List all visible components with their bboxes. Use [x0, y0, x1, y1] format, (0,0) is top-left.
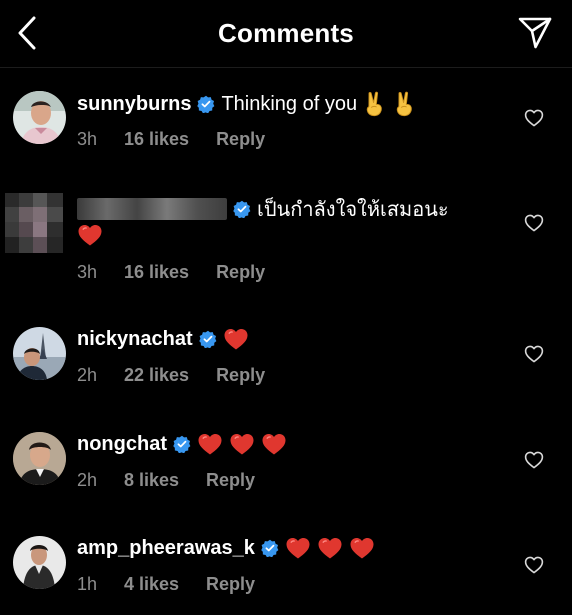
heart-outline-icon	[524, 344, 544, 364]
red-heart-icon	[285, 536, 311, 560]
avatar[interactable]	[5, 193, 63, 253]
avatar[interactable]	[13, 536, 66, 589]
like-button[interactable]	[524, 450, 544, 470]
like-button[interactable]	[524, 344, 544, 364]
verified-badge-icon	[233, 200, 251, 218]
likes-count[interactable]: 8 likes	[124, 470, 179, 491]
likes-count[interactable]: 16 likes	[124, 262, 189, 283]
username[interactable]: nongchat	[77, 431, 167, 457]
comment-item: เป็นกำลังใจให้เสมอนะ 3h 16 likes Reply	[0, 180, 572, 300]
comment-time: 2h	[77, 365, 98, 385]
red-heart-icon	[349, 536, 375, 560]
comment-line: nongchat	[77, 431, 293, 457]
reply-button[interactable]: Reply	[216, 262, 265, 283]
comment-text: เป็นกำลังใจให้เสมอนะ	[257, 197, 449, 221]
victory-hand-icon	[363, 90, 387, 118]
red-heart-icon	[317, 536, 343, 560]
like-button[interactable]	[524, 555, 544, 575]
reply-button[interactable]: Reply	[216, 365, 265, 386]
reply-button[interactable]: Reply	[206, 574, 255, 595]
avatar[interactable]	[13, 432, 66, 485]
victory-hand-icon	[393, 90, 417, 118]
red-heart-icon	[77, 223, 103, 247]
username[interactable]: amp_pheerawas_k	[77, 535, 255, 561]
username[interactable]: sunnyburns	[77, 91, 191, 117]
comment-text: Thinking of you	[221, 93, 358, 115]
red-heart-icon	[229, 432, 255, 456]
verified-badge-icon	[199, 330, 217, 348]
comment-line: amp_pheerawas_k	[77, 535, 381, 561]
comment-item: nongchat 2h 8 likes Reply	[0, 420, 572, 520]
comment-meta: 2h 8 likes Reply	[77, 470, 255, 491]
comment-meta: 3h 16 likes Reply	[77, 129, 265, 150]
comment-meta: 3h 16 likes Reply	[77, 262, 265, 283]
verified-badge-icon	[261, 539, 279, 557]
likes-count[interactable]: 16 likes	[124, 129, 189, 150]
red-heart-icon	[261, 432, 287, 456]
heart-outline-icon	[524, 555, 544, 575]
reply-button[interactable]: Reply	[206, 470, 255, 491]
obscured-username	[77, 198, 227, 220]
heart-outline-icon	[524, 108, 544, 128]
red-heart-icon	[197, 432, 223, 456]
avatar[interactable]	[13, 91, 66, 144]
comment-line: sunnyburns Thinking of you	[77, 90, 417, 118]
comment-item: nickynachat 2h 22 likes Reply	[0, 315, 572, 415]
red-heart-icon	[223, 327, 249, 351]
comment-line: nickynachat	[77, 326, 255, 352]
header: Comments	[0, 0, 572, 68]
page-title: Comments	[218, 18, 354, 48]
likes-count[interactable]: 22 likes	[124, 365, 189, 386]
reply-button[interactable]: Reply	[216, 129, 265, 150]
comment-line-2	[77, 223, 109, 247]
like-button[interactable]	[524, 213, 544, 233]
verified-badge-icon	[197, 95, 215, 113]
comment-meta: 2h 22 likes Reply	[77, 365, 265, 386]
comment-time: 2h	[77, 470, 98, 490]
likes-count[interactable]: 4 likes	[124, 574, 179, 595]
comment-item: amp_pheerawas_k 1h 4 likes Reply	[0, 525, 572, 615]
like-button[interactable]	[524, 108, 544, 128]
paper-plane-icon	[518, 17, 552, 49]
heart-outline-icon	[524, 213, 544, 233]
comment-time: 3h	[77, 129, 98, 149]
comment-line: เป็นกำลังใจให้เสมอนะ	[77, 196, 449, 222]
comment-time: 1h	[77, 574, 98, 594]
comment-meta: 1h 4 likes Reply	[77, 574, 255, 595]
avatar[interactable]	[13, 327, 66, 380]
verified-badge-icon	[173, 435, 191, 453]
share-button[interactable]	[516, 15, 554, 51]
comment-item: sunnyburns Thinking of you 3h 16 likes R…	[0, 80, 572, 180]
username[interactable]: nickynachat	[77, 326, 193, 352]
comment-time: 3h	[77, 262, 98, 282]
heart-outline-icon	[524, 450, 544, 470]
